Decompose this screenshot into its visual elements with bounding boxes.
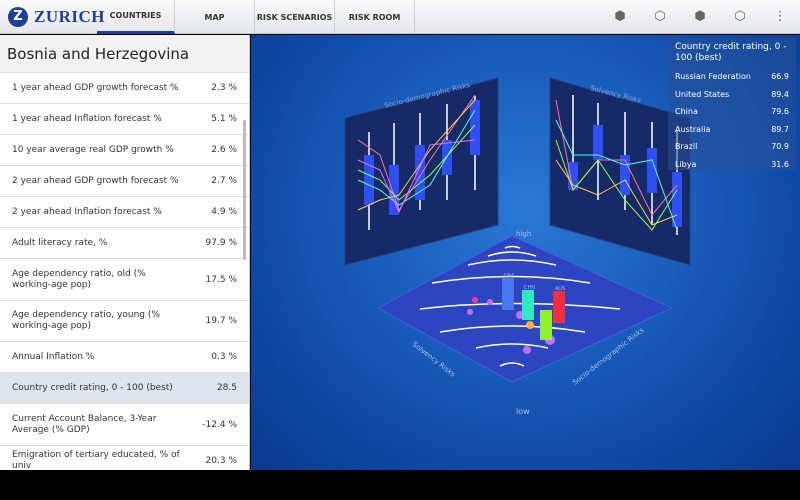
indicator-value: 5.1 % <box>211 114 237 124</box>
legend-country: China <box>675 107 698 117</box>
chart-mark <box>364 155 374 205</box>
indicator-label: Age dependency ratio, young (% working-a… <box>12 310 160 331</box>
legend-country: Libya <box>675 159 697 169</box>
legend-value: 66.9 <box>771 72 789 82</box>
indicator-label: Emigration of tertiary educated, % of un… <box>12 449 180 471</box>
legend-entry[interactable]: Brazil 70.9 <box>675 138 789 156</box>
zurich-logo-icon: Z <box>8 7 28 27</box>
indicator-row[interactable]: 2 year ahead Inflation forecast % 4.9 % <box>0 197 249 228</box>
legend-entry[interactable]: China 79.6 <box>675 103 789 121</box>
legend-entry[interactable]: Libya 31.6 <box>675 156 789 174</box>
indicator-label: 1 year ahead Inflation forecast % <box>12 113 162 124</box>
chart-mark <box>472 297 478 303</box>
indicator-row[interactable]: Country credit rating, 0 - 100 (best) 28.… <box>0 373 249 404</box>
legend-title: Country credit rating, 0 - 100 (best) <box>675 42 787 63</box>
legend-value: 89.4 <box>771 89 789 99</box>
scrollbar[interactable] <box>243 120 246 260</box>
cube-view-4-icon[interactable]: ⬡ <box>733 10 747 24</box>
legend-country: Brazil <box>675 142 698 152</box>
bar-label-chn: CHN <box>524 285 535 291</box>
zurich-logo: Z ZURICH <box>8 7 105 27</box>
indicator-value: 97.9 % <box>205 238 237 248</box>
indicator-row[interactable]: 2 year ahead GDP growth forecast % 2.7 % <box>0 166 249 197</box>
cube-view-3-icon[interactable]: ⬢ <box>693 10 707 24</box>
credit-rating-legend: Country credit rating, 0 - 100 (best) Ru… <box>668 38 796 170</box>
indicator-row[interactable]: Emigration of tertiary educated, % of un… <box>0 446 249 471</box>
indicator-label: Annual Inflation % <box>12 351 95 362</box>
chart-mark <box>540 310 552 340</box>
axis-low: low <box>516 407 530 416</box>
cube-view-1-icon[interactable]: ⬢ <box>613 10 627 24</box>
indicator-row[interactable]: Annual Inflation % 0.3 % <box>0 342 249 373</box>
chart-mark <box>523 346 531 354</box>
chart-mark <box>526 321 534 329</box>
indicator-label: 2 year ahead Inflation forecast % <box>12 206 162 217</box>
indicator-row[interactable]: Adult literacy rate, % 97.9 % <box>0 228 249 259</box>
chart-mark <box>553 291 565 323</box>
country-title: Bosnia and Herzegovina <box>0 35 249 73</box>
indicator-label: 1 year ahead GDP growth forecast % <box>12 82 179 93</box>
indicator-value: 20.3 % <box>205 455 237 466</box>
indicator-value: 2.6 % <box>211 145 237 155</box>
bar-label-usa: USA <box>504 273 515 279</box>
tab-map[interactable]: MAP <box>175 0 255 34</box>
legend-entry[interactable]: Australia 89.7 <box>675 121 789 139</box>
legend-entry[interactable]: Russian Federation 66.9 <box>675 68 789 86</box>
indicator-value: 2.3 % <box>211 83 237 93</box>
indicator-label: Adult literacy rate, % <box>12 237 108 248</box>
chart-mark <box>502 278 514 310</box>
axis-high: high <box>516 230 531 238</box>
indicator-label: 10 year average real GDP growth % <box>12 144 174 155</box>
indicator-value: 17.5 % <box>205 274 237 285</box>
legend-entry[interactable]: United States 89.4 <box>675 86 789 104</box>
legend-value: 89.7 <box>771 124 789 134</box>
chart-mark <box>467 309 473 315</box>
indicator-list: 1 year ahead GDP growth forecast % 2.3 % 1… <box>0 73 249 470</box>
indicator-value: 28.5 <box>216 383 237 393</box>
system-nav-bar <box>0 470 800 500</box>
indicator-row[interactable]: Current Account Balance, 3-Year Average … <box>0 404 249 446</box>
indicator-value: 2.7 % <box>211 176 237 186</box>
legend-value: 31.6 <box>771 159 789 169</box>
indicator-row[interactable]: Age dependency ratio, old (% working-age… <box>0 259 249 301</box>
indicator-label: Country credit rating, 0 - 100 (best) <box>12 382 173 393</box>
indicator-value: 19.7 % <box>205 316 237 326</box>
indicator-label: Current Account Balance, 3-Year Average … <box>12 413 157 435</box>
chart-mark <box>470 100 480 155</box>
chart-mark <box>522 290 534 320</box>
indicator-value: 0.3 % <box>211 352 237 362</box>
indicator-label: Age dependency ratio, old (% working-age… <box>12 268 146 290</box>
country-panel: Bosnia and Herzegovina 1 year ahead GDP … <box>0 35 250 470</box>
tab-countries[interactable]: COUNTRIES <box>97 0 175 34</box>
chart-mark <box>487 299 493 305</box>
indicator-row[interactable]: Age dependency ratio, young (% working-a… <box>0 301 249 342</box>
indicator-label: 2 year ahead GDP growth forecast % <box>12 175 179 186</box>
bar-label-aus: AUS <box>555 286 565 292</box>
legend-value: 79.6 <box>771 107 789 117</box>
indicator-row[interactable]: 1 year ahead Inflation forecast % 5.1 % <box>0 104 249 135</box>
tab-risk-room[interactable]: RISK ROOM <box>335 0 415 34</box>
top-bar: Z ZURICH COUNTRIES MAP RISK SCENARIOS RIS… <box>0 0 800 34</box>
legend-country: Australia <box>675 124 711 134</box>
overflow-menu-icon[interactable]: ⋮ <box>773 10 787 24</box>
indicator-value: 4.9 % <box>211 207 237 217</box>
indicator-row[interactable]: 1 year ahead GDP growth forecast % 2.3 % <box>0 73 249 104</box>
indicator-row[interactable]: 10 year average real GDP growth % 2.6 % <box>0 135 249 166</box>
indicator-value: -12.4 % <box>202 419 237 430</box>
tab-risk-scenarios[interactable]: RISK SCENARIOS <box>255 0 335 34</box>
cube-view-2-icon[interactable]: ⬡ <box>653 10 667 24</box>
legend-country: Russian Federation <box>675 72 751 82</box>
legend-value: 70.9 <box>771 142 789 152</box>
legend-country: United States <box>675 89 730 99</box>
